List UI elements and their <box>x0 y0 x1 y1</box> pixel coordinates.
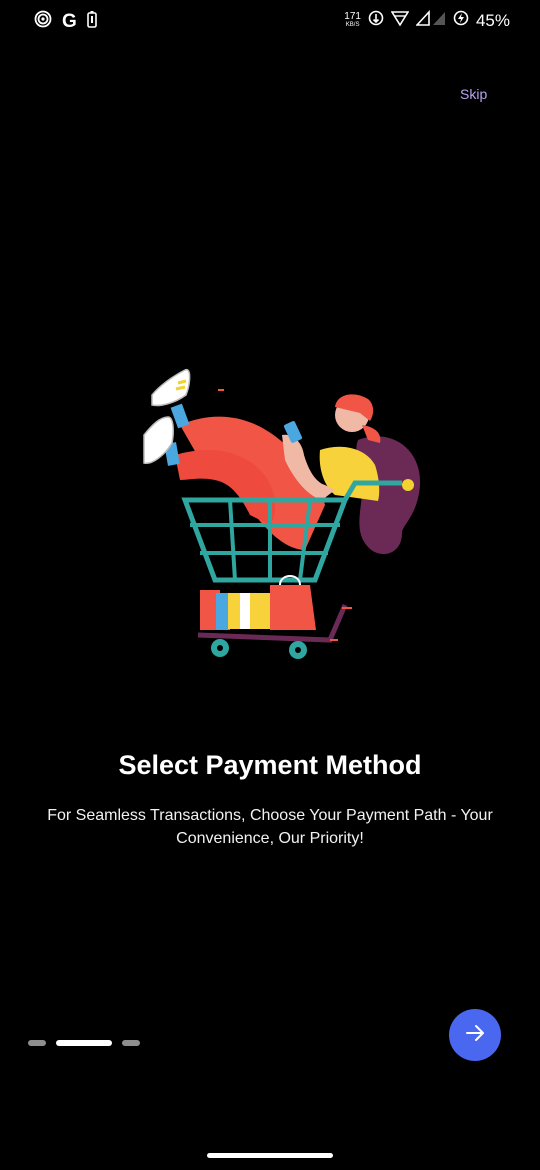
network-speed-unit: KB/S <box>345 21 360 28</box>
status-bar: G 171 KB/S 45% <box>0 0 540 40</box>
woman-in-shopping-cart-illustration <box>130 355 430 675</box>
battery-saver-icon <box>86 10 97 33</box>
alarm-icon <box>34 10 52 33</box>
page-dot-1 <box>28 1040 46 1046</box>
google-icon: G <box>62 10 77 32</box>
page-dot-2-active <box>56 1040 112 1046</box>
signal-icon <box>415 9 446 31</box>
wifi-icon <box>390 10 410 31</box>
onboarding-description: For Seamless Transactions, Choose Your P… <box>47 807 493 847</box>
page-indicator <box>28 1040 140 1046</box>
skip-button[interactable]: Skip <box>460 86 487 102</box>
battery-icon <box>453 10 469 31</box>
network-speed-value: 171 <box>344 10 361 22</box>
network-speed: 171 KB/S <box>344 10 361 29</box>
status-right: 171 KB/S 45% <box>344 9 510 31</box>
data-saver-icon <box>368 10 384 31</box>
arrow-right-icon <box>464 1022 486 1049</box>
next-button[interactable] <box>449 1009 501 1061</box>
page-dot-3 <box>122 1040 140 1046</box>
home-indicator[interactable] <box>207 1153 333 1158</box>
battery-percent: 45% <box>475 10 510 30</box>
onboarding-title: Select Payment Method <box>118 750 422 780</box>
status-left: G <box>34 10 97 33</box>
